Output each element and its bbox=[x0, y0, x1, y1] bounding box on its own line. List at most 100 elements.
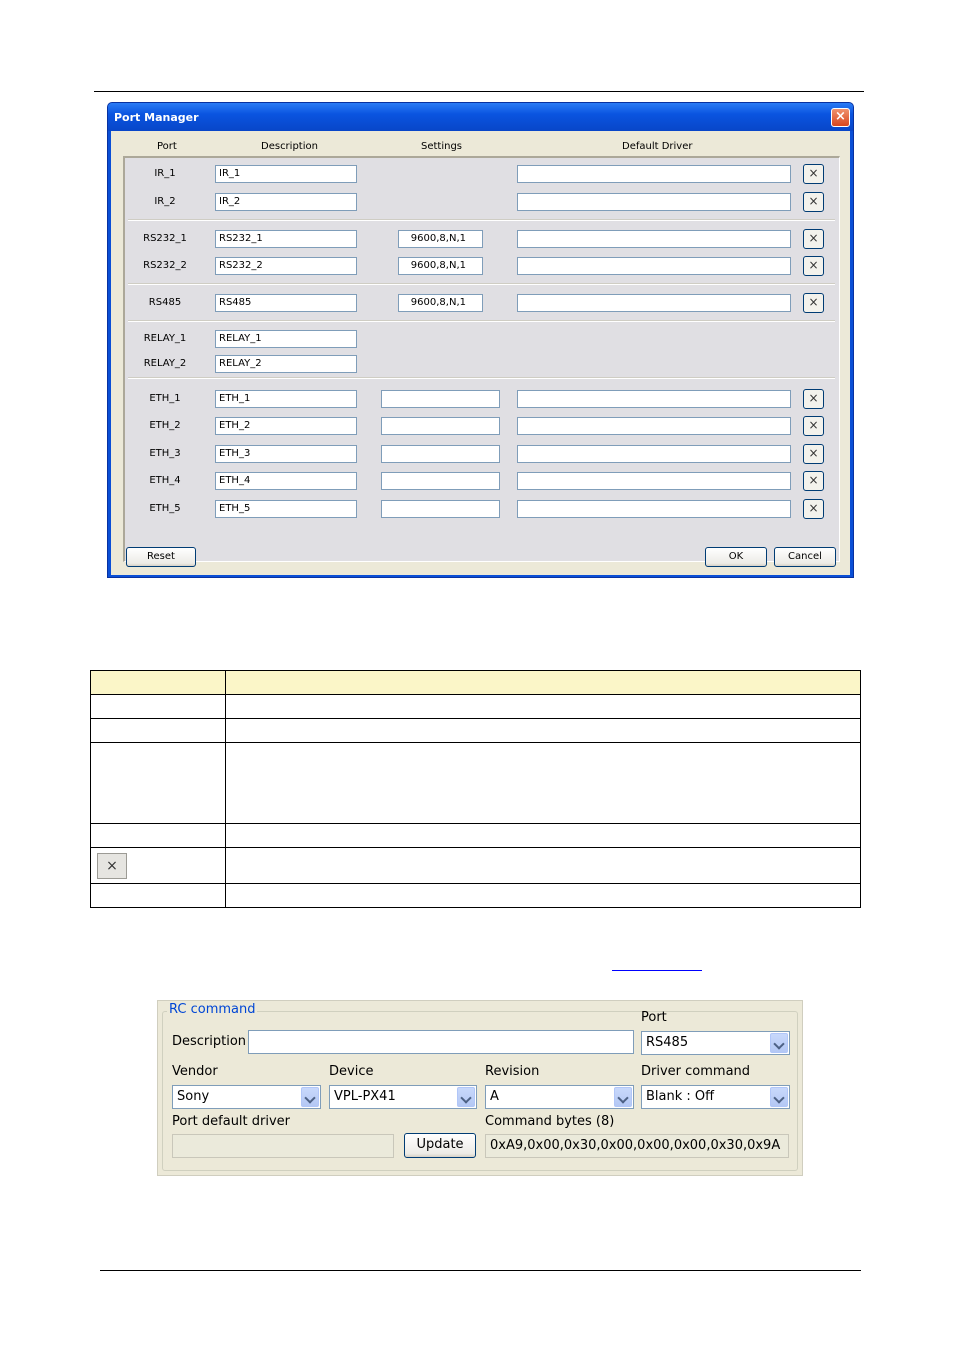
table-header-row bbox=[90, 670, 861, 695]
clear-driver-button-rs485[interactable]: × bbox=[803, 293, 824, 313]
clear-driver-button-rs232-1[interactable]: × bbox=[803, 229, 824, 249]
port-label-rs232-2: RS232_2 bbox=[143, 260, 187, 271]
default-driver-input-eth-1[interactable] bbox=[517, 390, 791, 408]
dialog-titlebar[interactable]: Port Manager × bbox=[108, 103, 853, 131]
port-label-relay-1: RELAY_1 bbox=[143, 333, 187, 344]
driver-command-label: Driver command bbox=[641, 1064, 751, 1079]
default-driver-input-rs232-2[interactable] bbox=[517, 257, 791, 275]
table-row bbox=[90, 694, 861, 719]
description-table: × bbox=[90, 670, 861, 908]
description-input-relay-1[interactable]: RELAY_1 bbox=[215, 330, 357, 348]
default-driver-input-rs232-1[interactable] bbox=[517, 230, 791, 248]
port-label-eth-5: ETH_5 bbox=[149, 503, 181, 514]
group-separator bbox=[128, 377, 835, 379]
default-driver-input-ir-2[interactable] bbox=[517, 193, 791, 211]
clear-driver-button-eth-1[interactable]: × bbox=[803, 389, 824, 409]
port-default-driver-label: Port default driver bbox=[172, 1114, 291, 1129]
vendor-select[interactable]: Sony bbox=[172, 1085, 321, 1109]
table-cell bbox=[225, 847, 861, 884]
default-driver-input-eth-5[interactable] bbox=[517, 500, 791, 518]
table-row bbox=[90, 718, 861, 743]
dialog-client-area: Port Description Settings Default Driver… bbox=[111, 131, 850, 575]
table-cell bbox=[225, 883, 861, 908]
rc-command-legend: RC command bbox=[167, 1002, 258, 1017]
hyperlink-underline[interactable] bbox=[612, 970, 702, 971]
cancel-button[interactable]: Cancel bbox=[774, 547, 836, 567]
settings-input-rs485[interactable]: 9600,8,N,1 bbox=[398, 294, 483, 312]
description-input-eth-2[interactable]: ETH_2 bbox=[215, 417, 357, 435]
port-label-eth-4: ETH_4 bbox=[149, 475, 181, 486]
port-select-value: RS485 bbox=[646, 1035, 689, 1050]
settings-input-rs232-2[interactable]: 9600,8,N,1 bbox=[398, 257, 483, 275]
vendor-label: Vendor bbox=[172, 1064, 218, 1079]
port-label-eth-3: ETH_3 bbox=[149, 448, 181, 459]
ok-button[interactable]: OK bbox=[705, 547, 767, 567]
table-cell bbox=[90, 694, 226, 719]
clear-driver-button-eth-2[interactable]: × bbox=[803, 416, 824, 436]
table-cell bbox=[225, 742, 861, 824]
table-row bbox=[90, 883, 861, 908]
description-input-ir-2[interactable]: IR_2 bbox=[215, 193, 357, 211]
settings-input-eth-5[interactable] bbox=[381, 500, 500, 518]
group-separator bbox=[128, 219, 835, 221]
command-bytes-label: Command bytes (8) bbox=[485, 1114, 615, 1129]
revision-select[interactable]: A bbox=[485, 1085, 634, 1109]
clear-driver-button-rs232-2[interactable]: × bbox=[803, 256, 824, 276]
description-input-relay-2[interactable]: RELAY_2 bbox=[215, 355, 357, 373]
description-input-eth-1[interactable]: ETH_1 bbox=[215, 390, 357, 408]
port-label-ir-2: IR_2 bbox=[154, 196, 176, 207]
description-input-rs232-2[interactable]: RS232_2 bbox=[215, 257, 357, 275]
description-input-eth-4[interactable]: ETH_4 bbox=[215, 472, 357, 490]
clear-driver-button-ir-2[interactable]: × bbox=[803, 192, 824, 212]
table-cell bbox=[225, 694, 861, 719]
description-input[interactable] bbox=[248, 1030, 634, 1054]
reset-button[interactable]: Reset bbox=[126, 547, 196, 567]
device-select-value: VPL-PX41 bbox=[334, 1089, 396, 1104]
settings-input-eth-1[interactable] bbox=[381, 390, 500, 408]
description-input-rs232-1[interactable]: RS232_1 bbox=[215, 230, 357, 248]
close-button[interactable]: × bbox=[831, 108, 850, 127]
clear-driver-button-ir-1[interactable]: × bbox=[803, 164, 824, 184]
clear-driver-button-eth-3[interactable]: × bbox=[803, 444, 824, 464]
port-label-eth-1: ETH_1 bbox=[149, 393, 181, 404]
settings-input-eth-3[interactable] bbox=[381, 445, 500, 463]
clear-driver-button-eth-4[interactable]: × bbox=[803, 471, 824, 491]
settings-input-eth-4[interactable] bbox=[381, 472, 500, 490]
default-driver-input-eth-4[interactable] bbox=[517, 472, 791, 490]
port-label: Port bbox=[641, 1010, 667, 1025]
chevron-down-icon[interactable] bbox=[770, 1033, 788, 1053]
clear-driver-button-eth-5[interactable]: × bbox=[803, 499, 824, 519]
column-header-settings: Settings bbox=[421, 141, 463, 152]
table-cell bbox=[225, 718, 861, 743]
description-input-eth-5[interactable]: ETH_5 bbox=[215, 500, 357, 518]
device-select[interactable]: VPL-PX41 bbox=[329, 1085, 477, 1109]
port-label-rs485: RS485 bbox=[148, 297, 182, 308]
default-driver-input-rs485[interactable] bbox=[517, 294, 791, 312]
port-manager-dialog: Port Manager × Port Description Settings… bbox=[107, 102, 854, 578]
settings-input-rs232-1[interactable]: 9600,8,N,1 bbox=[398, 230, 483, 248]
driver-command-select[interactable]: Blank : Off bbox=[641, 1085, 790, 1109]
revision-label: Revision bbox=[485, 1064, 540, 1079]
chevron-down-icon[interactable] bbox=[770, 1087, 788, 1107]
default-driver-input-eth-3[interactable] bbox=[517, 445, 791, 463]
port-label-ir-1: IR_1 bbox=[154, 168, 176, 179]
chevron-down-icon[interactable] bbox=[301, 1087, 319, 1107]
chevron-down-icon[interactable] bbox=[614, 1087, 632, 1107]
chevron-down-icon[interactable] bbox=[457, 1087, 475, 1107]
port-label-eth-2: ETH_2 bbox=[149, 420, 181, 431]
update-button[interactable]: Update bbox=[404, 1133, 476, 1158]
default-driver-input-eth-2[interactable] bbox=[517, 417, 791, 435]
description-input-ir-1[interactable]: IR_1 bbox=[215, 165, 357, 183]
port-label-relay-2: RELAY_2 bbox=[143, 358, 187, 369]
port-default-driver-field bbox=[172, 1134, 394, 1158]
column-header-default-driver: Default Driver bbox=[622, 141, 693, 152]
description-input-eth-3[interactable]: ETH_3 bbox=[215, 445, 357, 463]
description-input-rs485[interactable]: RS485 bbox=[215, 294, 357, 312]
page-footer-rule bbox=[100, 1270, 861, 1271]
device-label: Device bbox=[329, 1064, 374, 1079]
table-row bbox=[90, 823, 861, 848]
column-header-port: Port bbox=[157, 141, 177, 152]
settings-input-eth-2[interactable] bbox=[381, 417, 500, 435]
default-driver-input-ir-1[interactable] bbox=[517, 165, 791, 183]
port-select[interactable]: RS485 bbox=[641, 1031, 790, 1055]
